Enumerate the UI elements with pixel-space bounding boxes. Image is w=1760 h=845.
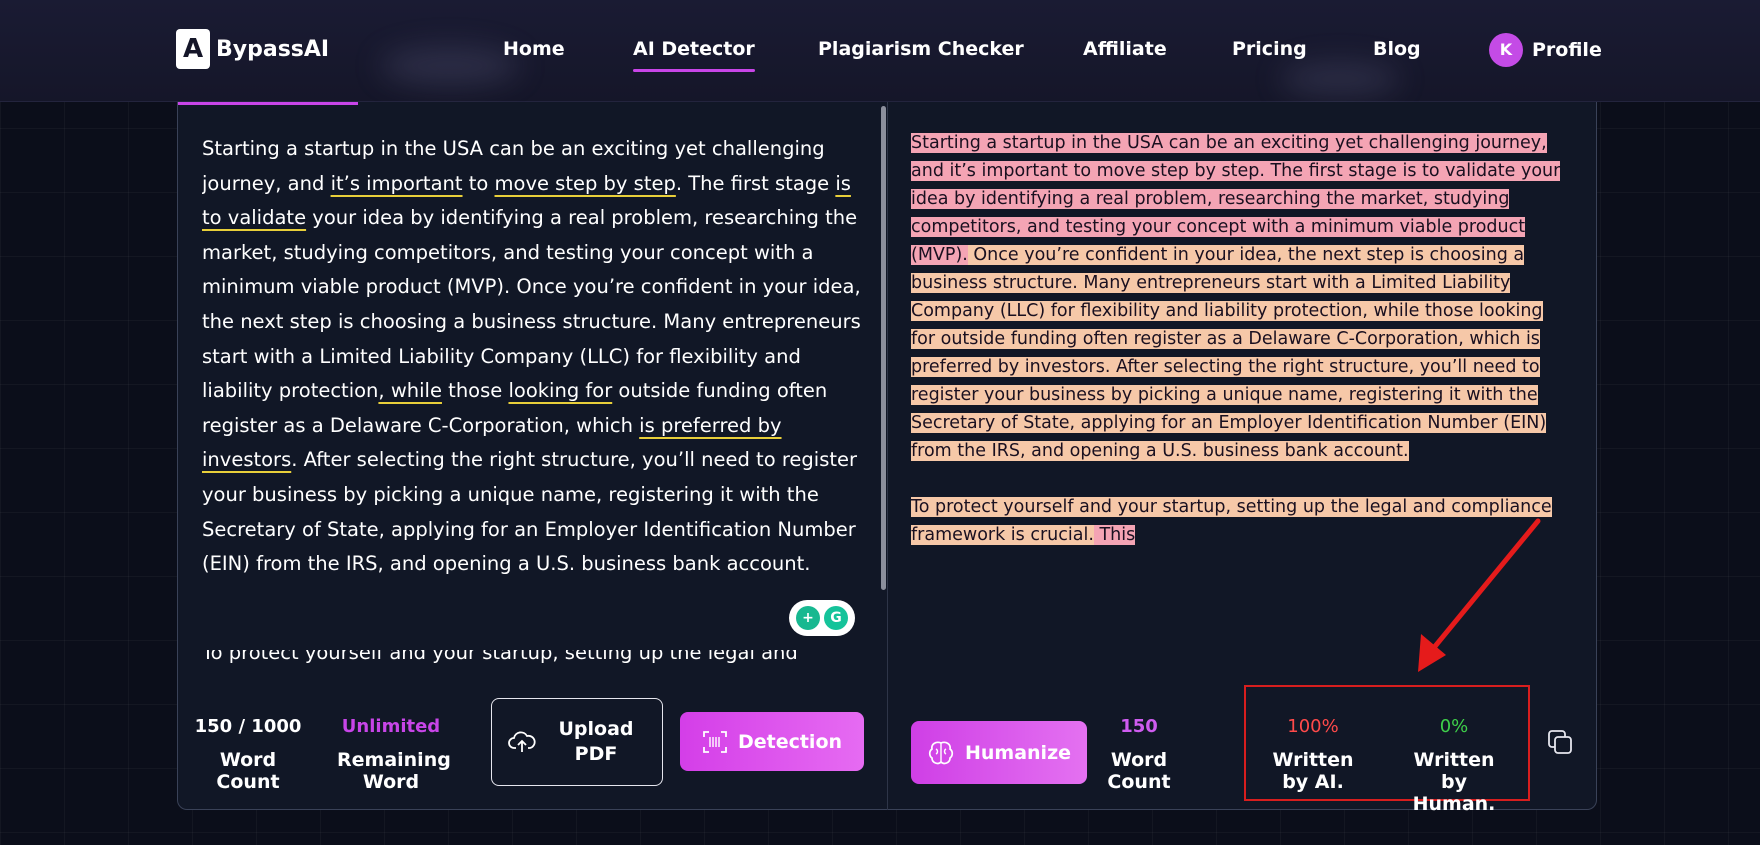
suggestion-underline[interactable]: looking for [508,379,612,402]
detector-panel: Starting a startup in the USA can be an … [177,102,1597,815]
input-text-segment: . After selecting the right structure, y… [202,448,858,576]
result-paragraph: To protect yourself and your startup, se… [911,493,1571,549]
nav-item-affiliate[interactable]: Affiliate [1083,38,1167,60]
human-score-label: Written by Human. [1412,749,1496,815]
brand-logo[interactable]: A BypassAI [176,28,329,70]
highlighted-sentence: This [1093,525,1136,545]
nav-item-home[interactable]: Home [503,38,565,60]
input-word-count-value: 150 / 1000 [194,716,302,737]
input-textarea[interactable]: Starting a startup in the USA can be an … [202,132,862,602]
human-score: 0% Written by Human. [1388,716,1520,815]
nav-item-pricing[interactable]: Pricing [1232,38,1307,60]
suggestion-underline[interactable]: move step by step [495,172,676,195]
nav-item-plagiarism-checker[interactable]: Plagiarism Checker [818,38,1024,60]
top-navbar: A BypassAI Home AI Detector Plagiarism C… [0,0,1760,102]
input-scrollbar[interactable] [881,106,886,590]
logo-icon: A [176,29,210,69]
ai-score: 100% Written by AI. [1250,716,1376,793]
input-text-segment: those [441,379,509,403]
input-word-count-label: Word Count [216,749,280,793]
lightbulb-icon[interactable]: + [796,606,820,630]
upload-pdf-label: Upload PDF [558,718,634,765]
human-score-value: 0% [1439,716,1469,737]
brand-name: BypassAI [216,36,330,62]
highlighted-sentence: To protect yourself and your startup, se… [911,497,1552,545]
input-text-segment: . The first stage [675,171,836,195]
input-text-segment: to [462,171,495,195]
active-tab-indicator [178,102,358,105]
input-overflow-text: To protect yourself and your startup, se… [202,650,798,664]
input-word-count: 150 / 1000 Word Count [188,716,308,793]
remaining-words-value: Unlimited [341,716,441,737]
blurred-decoration [1280,62,1400,96]
output-word-count: 150 Word Count [1084,716,1194,793]
profile-menu[interactable]: K Profile [1489,33,1602,67]
upload-pdf-button[interactable]: Upload PDF [491,698,663,786]
cloud-upload-icon [508,731,536,752]
suggestion-underline[interactable]: , while [378,379,442,402]
nav-item-ai-detector[interactable]: AI Detector [633,38,755,72]
humanize-button[interactable]: Humanize [911,721,1087,784]
result-paragraph: Starting a startup in the USA can be an … [911,129,1571,465]
output-word-count-value: 150 [1120,716,1158,737]
detection-label: Detection [737,730,843,753]
input-text-segment: your idea by identifying a real problem,… [202,206,861,403]
profile-label: Profile [1532,39,1602,61]
nav-item-blog[interactable]: Blog [1373,38,1421,60]
input-overflow-line: To protect yourself and your startup, se… [202,650,822,664]
output-word-count-label: Word Count [1107,749,1171,793]
detection-result-text: Starting a startup in the USA can be an … [911,129,1571,577]
remaining-words-label: Remaining Word [337,749,451,793]
scan-icon [703,730,727,753]
remaining-words: Unlimited Remaining Word [327,716,455,793]
brain-icon [928,741,954,764]
avatar: K [1489,33,1523,67]
ai-score-label: Written by AI. [1272,749,1354,793]
ai-score-value: 100% [1287,716,1339,737]
detection-button[interactable]: Detection [680,712,864,771]
panel-divider [887,102,888,810]
suggestion-underline[interactable]: it’s important [331,172,463,195]
blurred-decoration [380,46,520,86]
grammarly-widget[interactable]: + G [789,600,855,636]
grammarly-icon[interactable]: G [824,606,848,630]
humanize-label: Humanize [964,741,1072,764]
copy-icon[interactable] [1546,728,1574,756]
